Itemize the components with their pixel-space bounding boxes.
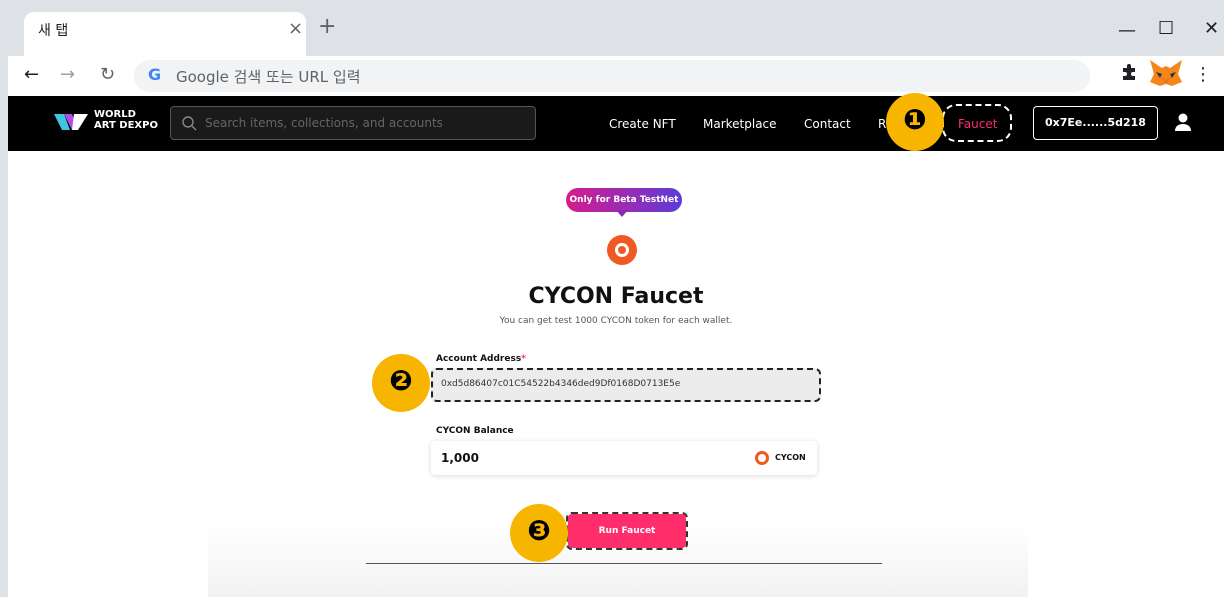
beta-badge-pointer [616,210,628,217]
new-tab-icon[interactable]: + [318,14,336,39]
step-1-marker: ❶ [886,93,944,151]
close-tab-icon[interactable]: × [288,18,303,39]
faucet-highlight [942,104,1012,142]
divider [366,563,882,564]
balance-unit: CYCON [775,453,806,462]
minimize-icon[interactable]: — [1118,20,1136,41]
browser-toolbar: ← → ↻ G Google 검색 또는 URL 입력 ⋮ [8,56,1224,96]
account-field-highlight [431,368,821,402]
cycon-coin-icon [755,451,769,465]
browser-window: 새 탭 × + — ☐ ✕ ← → ↻ G Google 검색 또는 URL 입… [8,0,1224,597]
search-icon [182,116,197,131]
required-mark: * [521,354,526,364]
metamask-fox-icon[interactable] [1148,58,1184,88]
address-bar[interactable]: G Google 검색 또는 URL 입력 [134,60,1090,92]
step-2-marker: ❷ [372,354,430,412]
nav-contact[interactable]: Contact [804,117,851,131]
user-icon[interactable] [1174,112,1192,132]
step-3-marker: ❸ [510,504,568,562]
google-icon: G [148,65,162,84]
forward-icon[interactable]: → [60,64,75,85]
wallet-address-button[interactable]: 0x7Ee......5d218 [1033,106,1158,140]
logo-text: WORLD ART DEXPO [94,109,158,131]
extensions-icon[interactable] [1120,62,1140,82]
site-search-input[interactable]: Search items, collections, and accounts [170,106,536,140]
balance-label: CYCON Balance [436,426,514,436]
account-address-label: Account Address* [436,354,526,364]
page-subtitle: You can get test 1000 CYCON token for ea… [499,316,733,326]
back-icon[interactable]: ← [24,64,39,85]
beta-testnet-badge: Only for Beta TestNet [566,188,682,212]
balance-field: 1,000 CYCON [431,441,817,475]
nav-marketplace[interactable]: Marketplace [703,117,777,131]
tab-title: 새 탭 [38,23,69,39]
page-title: CYCON Faucet [528,284,704,309]
reload-icon[interactable]: ↻ [100,64,115,85]
site-header: WORLD ART DEXPO Search items, collection… [8,93,1224,151]
cycon-logo-icon [607,235,637,265]
balance-value: 1,000 [441,451,479,465]
browser-tab[interactable]: 새 탭 × [24,12,306,56]
tab-strip: 새 탭 × + — ☐ ✕ [8,0,1224,56]
address-bar-placeholder: Google 검색 또는 URL 입력 [176,68,361,86]
nav-create-nft[interactable]: Create NFT [609,117,676,131]
close-window-icon[interactable]: ✕ [1204,18,1219,39]
search-placeholder: Search items, collections, and accounts [205,116,443,130]
browser-menu-icon[interactable]: ⋮ [1194,64,1212,85]
world-art-dexpo-logo[interactable] [54,110,88,134]
web-page: WORLD ART DEXPO Search items, collection… [8,93,1224,597]
run-button-highlight [566,512,688,550]
maximize-icon[interactable]: ☐ [1158,18,1174,39]
